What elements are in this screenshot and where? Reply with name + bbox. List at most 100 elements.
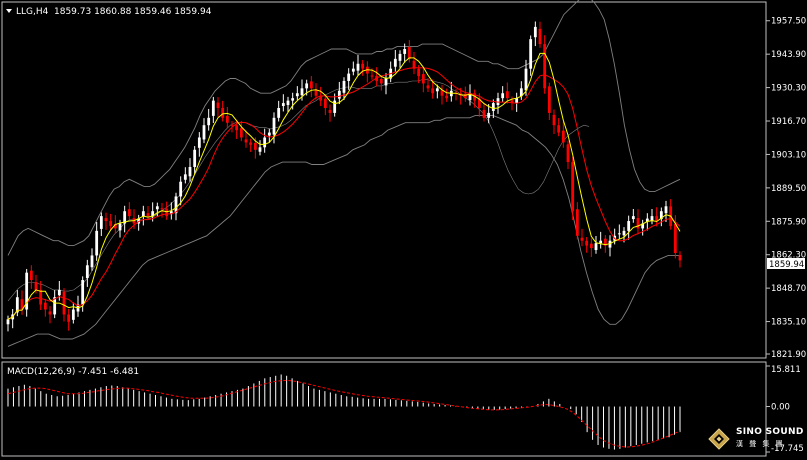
candle-body (505, 91, 509, 99)
candle-body (109, 221, 113, 226)
candle-body (566, 144, 570, 163)
candle-body (118, 223, 122, 231)
candle-body (347, 73, 351, 81)
candle-body (622, 230, 626, 236)
candle-body (664, 206, 668, 214)
candle-body (594, 243, 598, 251)
candle-body (230, 124, 234, 126)
price-tick-label: 1875.90 (771, 217, 806, 227)
macd-tick-label: 0.00 (771, 403, 790, 413)
candle-body (277, 107, 281, 118)
candle-body (323, 98, 327, 108)
chart-ohlc: 1859.73 1860.88 1859.46 1859.94 (54, 7, 212, 17)
candle-body (575, 209, 579, 236)
candle-body (300, 88, 304, 96)
candle-body (561, 130, 565, 143)
candle-body (314, 90, 318, 96)
candle-body (188, 166, 192, 177)
candle-body (29, 270, 33, 281)
candle-body (501, 93, 505, 99)
price-tick-label: 1848.70 (771, 284, 806, 294)
candle-body (179, 181, 183, 197)
candle-body (267, 132, 271, 136)
candle-body (543, 44, 547, 89)
candle-body (34, 281, 38, 290)
candle-body (81, 280, 85, 305)
last-price-tag: 1859.94 (769, 260, 804, 270)
candle-body (146, 213, 150, 217)
candle-body (417, 68, 421, 77)
price-tick-label: 1821.90 (771, 350, 806, 360)
candle-body (557, 125, 561, 133)
candle-body (547, 86, 551, 113)
price-chart: 1957.50 1943.90 1930.30 1916.70 1903.10 1889.… (0, 0, 807, 460)
candle-body (599, 240, 603, 244)
candle-body (43, 302, 47, 310)
candle-body (370, 75, 374, 77)
candle-body (244, 139, 248, 143)
brand-name: SINO SOUND (736, 427, 804, 437)
price-tick-label: 1903.10 (771, 150, 806, 160)
candle-body (384, 78, 388, 86)
candle-body (197, 137, 201, 148)
candle-body (281, 103, 285, 107)
price-tick-label: 1835.10 (771, 318, 806, 328)
candle-body (211, 100, 215, 116)
candle-body (407, 47, 411, 59)
candle-body (216, 102, 220, 108)
candle-body (627, 221, 631, 231)
candle-body (48, 311, 52, 315)
candle-body (71, 309, 75, 320)
candle-body (165, 208, 169, 217)
brand-subtitle: 漢 聲 集 團 (736, 440, 785, 448)
price-tick-label: 1889.50 (771, 184, 806, 194)
candle-body (585, 240, 589, 246)
candle-body (160, 208, 164, 210)
candle-body (253, 142, 257, 150)
candle-body (398, 53, 402, 61)
candle-body (403, 49, 407, 54)
brand-watermark: SINO SOUND 漢 聲 集 團 (708, 426, 803, 456)
candle-body (351, 68, 355, 72)
candle-body (207, 117, 211, 126)
candle-body (295, 93, 299, 97)
candle-body (57, 289, 61, 296)
candle-body (342, 80, 346, 93)
candle-body (426, 85, 430, 89)
candle-body (85, 265, 89, 279)
candle-body (225, 115, 229, 123)
candle-body (309, 81, 313, 89)
macd-tick-label: 15.811 (771, 365, 801, 375)
candle-body (589, 243, 593, 249)
candle-body (491, 103, 495, 111)
candle-body (39, 289, 43, 305)
candle-body (524, 68, 528, 91)
candle-body (221, 107, 225, 118)
candle-body (636, 218, 640, 229)
candle-body (286, 100, 290, 106)
price-tick-label: 1930.30 (771, 84, 806, 94)
candle-body (263, 137, 267, 148)
candle-body (337, 90, 341, 99)
candle-body (272, 117, 276, 135)
candle-body (379, 78, 383, 84)
candle-body (487, 112, 491, 118)
candle-body (580, 237, 584, 241)
candle-body (356, 63, 360, 71)
candle-body (678, 254, 682, 261)
price-tick-label: 1916.70 (771, 117, 806, 127)
candle-body (291, 98, 295, 101)
candle-body (328, 109, 332, 113)
candle-body (90, 255, 94, 268)
candle-body (239, 128, 243, 138)
candle-body (617, 233, 621, 235)
candle-body (155, 206, 159, 210)
candle-body (673, 223, 677, 253)
candle-body (127, 209, 131, 217)
price-tick-label: 1943.90 (771, 50, 806, 60)
macd-label: MACD(12,26,9) -7.451 -6.481 (7, 367, 139, 377)
candle-body (431, 88, 435, 94)
candle-body (435, 88, 439, 92)
candle-body (305, 83, 309, 89)
chart-symbol: LLG,H4 (16, 7, 49, 17)
